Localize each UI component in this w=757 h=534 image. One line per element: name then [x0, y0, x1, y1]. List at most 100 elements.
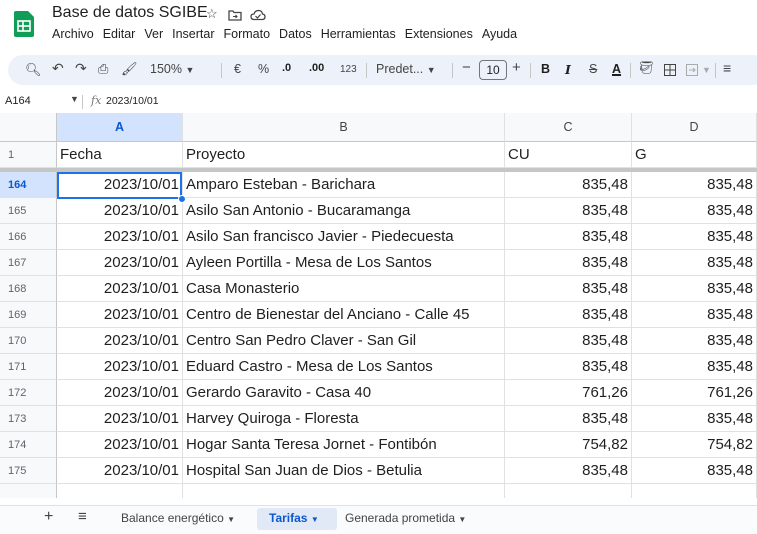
cell-cu[interactable]: 835,48 — [505, 198, 632, 224]
cell-g[interactable]: 835,48 — [632, 328, 757, 354]
cell-proyecto[interactable]: Harvey Quiroga - Floresta — [183, 406, 505, 432]
cell-fecha[interactable]: 2023/10/01 — [57, 224, 183, 250]
cell-proyecto[interactable]: Centro de Bienestar del Anciano - Calle … — [183, 302, 505, 328]
chevron-down-icon[interactable]: ▼ — [702, 65, 711, 75]
cell-proyecto[interactable]: Ayleen Portilla - Mesa de Los Santos — [183, 250, 505, 276]
currency-format-button[interactable]: € — [234, 62, 241, 76]
undo-icon[interactable]: ↶ — [52, 60, 64, 77]
row-number[interactable]: 169 — [0, 302, 57, 328]
decrease-font-size-button[interactable]: − — [462, 59, 471, 76]
menu-datos[interactable]: Datos — [279, 27, 312, 41]
cell-fecha[interactable]: 2023/10/01 — [57, 250, 183, 276]
cell-cu[interactable]: 761,26 — [505, 380, 632, 406]
sheet-tab-generada[interactable]: Generada prometida ▼ — [345, 511, 466, 525]
column-header-c[interactable]: C — [505, 113, 632, 142]
cell-proyecto[interactable]: Hospital San Juan de Dios - Betulia — [183, 458, 505, 484]
cell-proyecto[interactable]: Amparo Esteban - Barichara — [183, 172, 505, 198]
more-formats-button[interactable]: 123 — [340, 64, 357, 75]
sheet-tab-balance[interactable]: Balance energético ▼ — [121, 511, 235, 525]
cell-fecha[interactable]: 2023/10/01 — [57, 172, 183, 198]
cell-empty[interactable] — [632, 484, 757, 498]
row-number[interactable]: 164 — [0, 172, 57, 198]
row-number[interactable] — [0, 484, 57, 498]
cell-g[interactable]: 835,48 — [632, 172, 757, 198]
cell-empty[interactable] — [57, 484, 183, 498]
cell-g[interactable]: 835,48 — [632, 458, 757, 484]
cell-fecha[interactable]: 2023/10/01 — [57, 380, 183, 406]
cell-fecha[interactable]: 2023/10/01 — [57, 354, 183, 380]
zoom-select[interactable]: 150% ▼ — [150, 62, 194, 76]
move-to-folder-icon[interactable] — [228, 9, 242, 21]
header-cell-cu[interactable]: CU — [505, 142, 632, 168]
cell-cu[interactable]: 835,48 — [505, 328, 632, 354]
row-number[interactable]: 172 — [0, 380, 57, 406]
horizontal-align-icon[interactable]: ≡ — [723, 60, 731, 76]
column-header-b[interactable]: B — [183, 113, 505, 142]
print-icon[interactable]: ⎙ — [98, 61, 108, 77]
document-title[interactable]: Base de datos SGIBE — [52, 4, 208, 22]
column-header-a[interactable]: A — [57, 113, 183, 142]
add-sheet-button[interactable]: + — [44, 508, 53, 526]
cell-fecha[interactable]: 2023/10/01 — [57, 432, 183, 458]
menu-editar[interactable]: Editar — [103, 27, 136, 41]
cell-cu[interactable]: 835,48 — [505, 250, 632, 276]
cell-fecha[interactable]: 2023/10/01 — [57, 198, 183, 224]
cell-g[interactable]: 835,48 — [632, 250, 757, 276]
cell-proyecto[interactable]: Gerardo Garavito - Casa 40 — [183, 380, 505, 406]
cell-g[interactable]: 835,48 — [632, 354, 757, 380]
menu-herramientas[interactable]: Herramientas — [321, 27, 396, 41]
row-number[interactable]: 171 — [0, 354, 57, 380]
cell-fecha[interactable]: 2023/10/01 — [57, 276, 183, 302]
fill-color-icon[interactable]: 🪣︎ — [638, 60, 655, 76]
bold-button[interactable]: B — [541, 62, 550, 76]
cell-g[interactable]: 754,82 — [632, 432, 757, 458]
cell-g[interactable]: 835,48 — [632, 302, 757, 328]
fill-handle[interactable] — [178, 195, 186, 203]
all-sheets-button[interactable]: ≡ — [78, 508, 87, 525]
cell-proyecto[interactable]: Eduard Castro - Mesa de Los Santos — [183, 354, 505, 380]
formula-input[interactable]: 2023/10/01 — [106, 95, 159, 107]
borders-icon[interactable] — [664, 64, 676, 76]
header-cell-fecha[interactable]: Fecha — [57, 142, 183, 168]
cell-g[interactable]: 835,48 — [632, 406, 757, 432]
menu-insertar[interactable]: Insertar — [172, 27, 214, 41]
cell-proyecto[interactable]: Casa Monasterio — [183, 276, 505, 302]
cell-proyecto[interactable]: Asilo San Antonio - Bucaramanga — [183, 198, 505, 224]
increase-font-size-button[interactable]: + — [512, 59, 521, 76]
cell-g[interactable]: 835,48 — [632, 224, 757, 250]
header-cell-proyecto[interactable]: Proyecto — [183, 142, 505, 168]
select-all-corner[interactable] — [0, 113, 57, 142]
search-menus-icon[interactable]: 🔍︎ — [25, 62, 42, 78]
row-number[interactable]: 168 — [0, 276, 57, 302]
cell-g[interactable]: 761,26 — [632, 380, 757, 406]
cell-fecha[interactable]: 2023/10/01 — [57, 302, 183, 328]
sheet-tab-tarifas[interactable]: Tarifas ▼ — [257, 508, 337, 530]
percent-format-button[interactable]: % — [258, 62, 269, 76]
star-icon[interactable]: ☆ — [206, 6, 218, 22]
cell-empty[interactable] — [183, 484, 505, 498]
cell-cu[interactable]: 835,48 — [505, 458, 632, 484]
decrease-decimal-button[interactable]: .0 — [282, 62, 291, 74]
font-family-select[interactable]: Predet... ▼ — [376, 62, 436, 76]
merge-cells-icon[interactable] — [686, 64, 698, 76]
cell-proyecto[interactable]: Asilo San francisco Javier - Piedecuesta — [183, 224, 505, 250]
cell-cu[interactable]: 754,82 — [505, 432, 632, 458]
cell-proyecto[interactable]: Hogar Santa Teresa Jornet - Fontibón — [183, 432, 505, 458]
italic-button[interactable]: I — [565, 62, 571, 77]
redo-icon[interactable]: ↷ — [75, 60, 87, 77]
cell-fecha[interactable]: 2023/10/01 — [57, 406, 183, 432]
header-cell-g[interactable]: G — [632, 142, 757, 168]
row-number[interactable]: 166 — [0, 224, 57, 250]
text-color-button[interactable]: A — [612, 62, 621, 76]
font-size-input[interactable]: 10 — [479, 60, 507, 80]
cell-cu[interactable]: 835,48 — [505, 302, 632, 328]
cell-cu[interactable]: 835,48 — [505, 172, 632, 198]
cell-fecha[interactable]: 2023/10/01 — [57, 458, 183, 484]
row-number[interactable]: 167 — [0, 250, 57, 276]
cell-fecha[interactable]: 2023/10/01 — [57, 328, 183, 354]
menu-ayuda[interactable]: Ayuda — [482, 27, 517, 41]
cell-empty[interactable] — [505, 484, 632, 498]
menu-ver[interactable]: Ver — [144, 27, 163, 41]
cloud-status-icon[interactable] — [250, 9, 266, 21]
menu-archivo[interactable]: Archivo — [52, 27, 94, 41]
